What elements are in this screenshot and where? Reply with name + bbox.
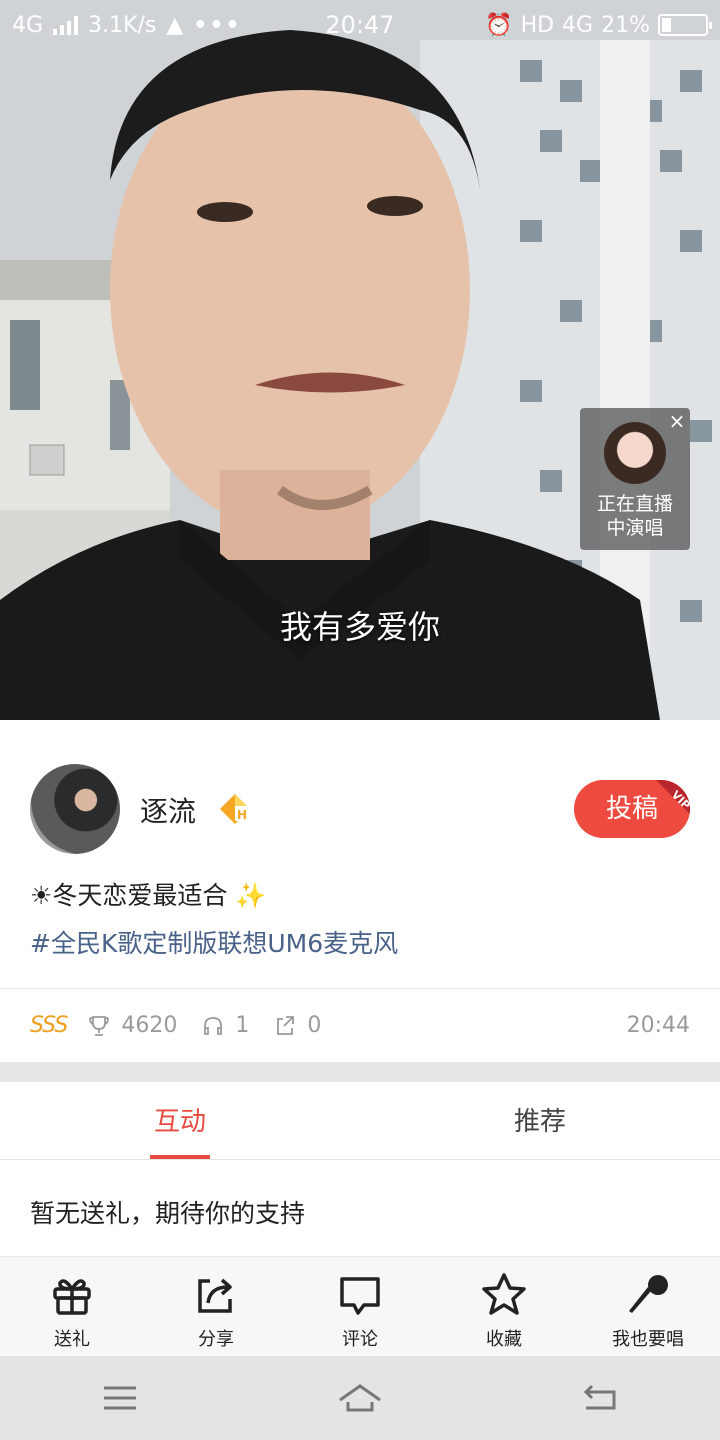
video-player[interactable]: 4G 3.1K/s ▲ ••• 20:47 ⏰ HD 4G 21% 我有多爱你 … (0, 0, 720, 720)
share-stat: 0 (273, 1013, 321, 1038)
action-bar: 送礼 分享 评论 收藏 我也要唱 (0, 1256, 720, 1356)
hd-label: HD (520, 12, 555, 38)
gift-empty-text: 暂无送礼，期待你的支持 (30, 1199, 306, 1228)
lyric-text: 我有多爱你 (279, 608, 440, 646)
listen-count: 1 (235, 1013, 250, 1038)
microphone-icon (629, 1275, 668, 1313)
svg-text:H: H (237, 808, 247, 822)
comment-button-label: 评论 (342, 1329, 378, 1350)
score-grade: SSS (30, 1013, 68, 1038)
song-caption: ☀冬天恋爱最适合 ✨ (30, 881, 267, 910)
live-card-line1: 正在直播 (596, 493, 673, 515)
section-divider (0, 1062, 720, 1082)
home-icon[interactable] (336, 1380, 384, 1416)
sing-too-button-label: 我也要唱 (612, 1329, 684, 1350)
tab-interaction[interactable]: 互动 (0, 1082, 360, 1159)
comment-button[interactable]: 评论 (288, 1257, 432, 1356)
song-info: 逐流 H 投稿 VIP ☀冬天恋爱最适合 ✨ #全民K歌定制版联想UM6麦克风 (0, 720, 720, 988)
live-avatar (604, 422, 666, 484)
share-button-label: 分享 (198, 1329, 234, 1350)
tab-recommend[interactable]: 推荐 (360, 1082, 720, 1159)
gift-icon (53, 1279, 91, 1315)
share-button[interactable]: 分享 (144, 1257, 288, 1356)
favorite-button[interactable]: 收藏 (432, 1257, 576, 1356)
live-stream-card[interactable]: × 正在直播 中演唱 (580, 408, 690, 550)
listen-stat: 1 (201, 1013, 249, 1038)
submit-button[interactable]: 投稿 VIP (574, 780, 690, 838)
publish-time: 20:44 (626, 1013, 690, 1038)
status-bar: 4G 3.1K/s ▲ ••• 20:47 ⏰ HD 4G 21% (0, 0, 720, 50)
live-card-text: 正在直播 中演唱 (580, 492, 690, 540)
live-card-line2: 中演唱 (606, 517, 664, 539)
favorite-button-label: 收藏 (486, 1329, 522, 1350)
sing-too-button[interactable]: 我也要唱 (576, 1257, 720, 1356)
star-icon (482, 1273, 526, 1315)
system-nav-bar (0, 1356, 720, 1440)
gift-button-label: 送礼 (54, 1329, 90, 1350)
alarm-icon: ⏰ (485, 12, 513, 38)
back-icon[interactable] (576, 1380, 624, 1416)
hashtag-link[interactable]: #全民K歌定制版联想UM6麦克风 (30, 924, 398, 960)
tab-bar: 互动 推荐 (0, 1082, 720, 1160)
share-icon (198, 1278, 232, 1313)
network-label: 4G (12, 12, 44, 38)
share-count: 0 (307, 1013, 322, 1038)
battery-percent: 21% (601, 12, 650, 38)
vip-ribbon: VIP (656, 780, 690, 814)
trophy-count: 4620 (121, 1013, 178, 1038)
headphones-icon (204, 1016, 223, 1035)
trophy-stat: 4620 (87, 1013, 177, 1038)
battery-icon (658, 14, 712, 36)
gift-button[interactable]: 送礼 (0, 1257, 144, 1356)
share-small-icon (277, 1015, 295, 1035)
close-icon[interactable]: × (666, 410, 688, 432)
username[interactable]: 逐流 (140, 790, 196, 830)
android-debug-icon: ▲ (166, 12, 184, 38)
comment-icon (340, 1277, 380, 1315)
more-notifications-icon: ••• (193, 12, 242, 38)
network-speed: 3.1K/s (88, 12, 157, 38)
menu-icon[interactable] (96, 1380, 144, 1416)
level-badge-icon: H (220, 794, 250, 824)
trophy-icon (89, 1015, 110, 1036)
stats-row: SSS 4620 1 0 20:44 (0, 988, 720, 1062)
signal-icon (53, 15, 79, 35)
network-label-right: 4G (562, 12, 594, 38)
avatar[interactable] (30, 764, 120, 854)
